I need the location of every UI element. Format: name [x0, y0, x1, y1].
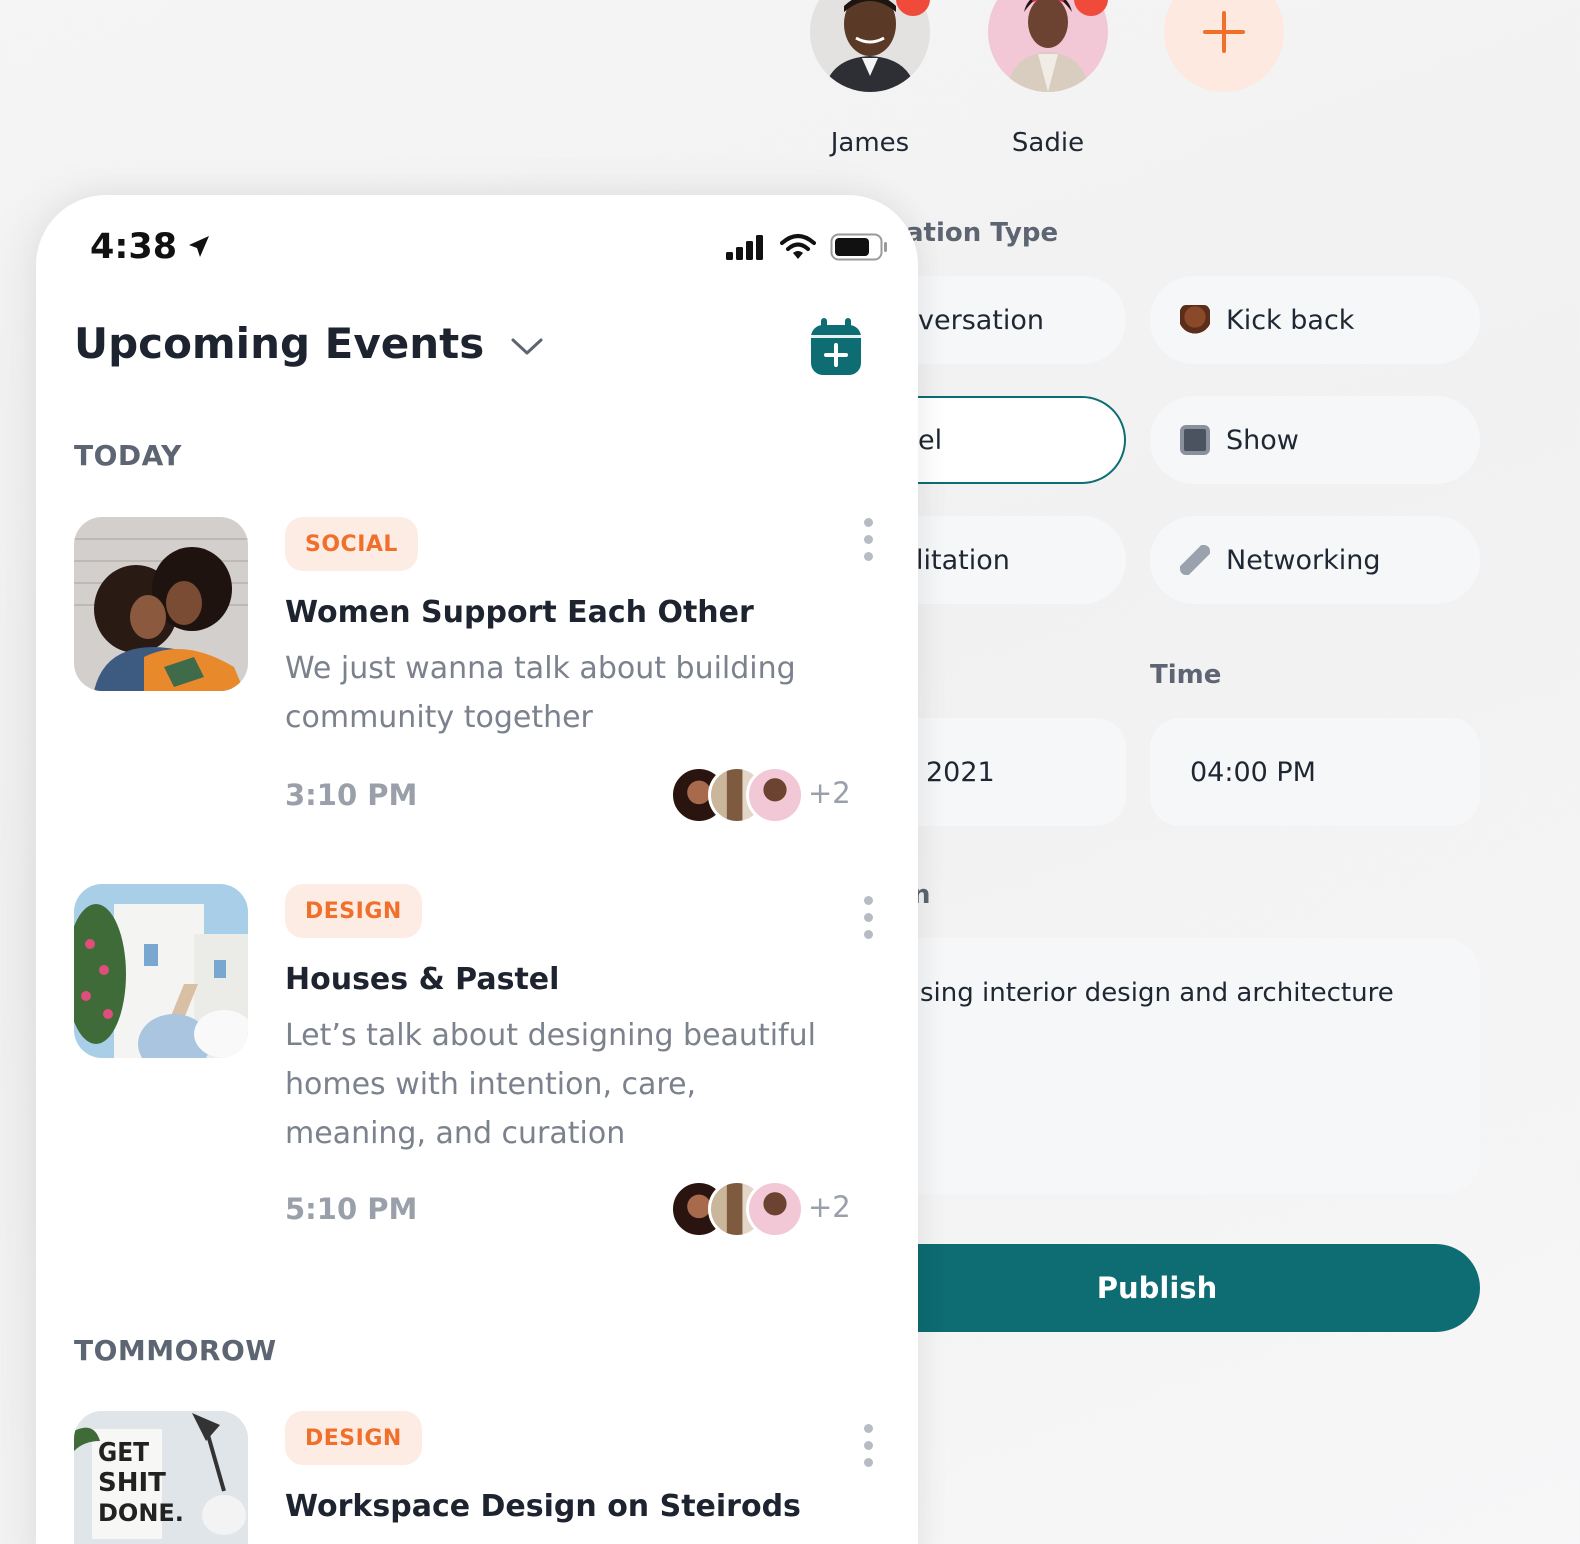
date-value: 2021	[926, 756, 995, 788]
tv-emoji-icon	[1180, 425, 1210, 455]
event-category-tag: SOCIAL	[285, 517, 418, 571]
avatar-label-sadie: Sadie	[1011, 128, 1085, 158]
status-time-text: 4:38	[90, 227, 178, 267]
attendee-avatars[interactable]: +2	[670, 766, 870, 824]
header: Upcoming Events	[74, 319, 544, 368]
chip-label: Kick back	[1226, 304, 1355, 336]
event-time: 5:10 PM	[285, 1192, 418, 1226]
attendee-extra-count: +2	[808, 776, 851, 810]
chip-label: Networking	[1226, 544, 1381, 576]
more-options-icon[interactable]	[863, 1424, 873, 1467]
event-description: Let’s talk about designing beautiful hom…	[285, 1018, 816, 1151]
event-thumbnail[interactable]	[74, 517, 248, 691]
more-options-icon[interactable]	[863, 518, 873, 561]
location-arrow-icon	[189, 236, 210, 257]
time-value: 04:00 PM	[1190, 756, 1316, 788]
section-label-tomorrow: TOMMOROW	[74, 1334, 277, 1367]
time-label: Time	[1150, 660, 1222, 690]
kick-back-emoji-icon	[1180, 305, 1210, 335]
thumb-poster-text: DONE.	[98, 1499, 184, 1527]
status-bar-time: 4:38	[90, 227, 213, 267]
page-title: Upcoming Events	[74, 319, 485, 368]
event-thumbnail[interactable]	[74, 884, 248, 1058]
cellular-signal-icon	[726, 235, 763, 260]
upcoming-events-screen: 4:38 Upcoming Events TODAY SOCIAL Women …	[36, 195, 918, 1544]
battery-icon	[830, 233, 887, 261]
event-category-tag: DESIGN	[285, 884, 422, 938]
satellite-emoji-icon	[1180, 545, 1210, 575]
more-options-icon[interactable]	[863, 896, 873, 939]
wifi-icon	[780, 234, 816, 259]
event-title[interactable]: Women Support Each Other	[285, 595, 754, 630]
chip-label: litation	[916, 544, 1010, 576]
chip-label: el	[918, 424, 943, 456]
event-time: 3:10 PM	[285, 778, 418, 812]
status-bar-icons	[726, 233, 888, 261]
conversation-type-label: ation Type	[906, 218, 1059, 248]
type-chip-kick-back[interactable]: Kick back	[1150, 276, 1480, 364]
chip-label: Show	[1226, 424, 1299, 456]
attendee-extra-count: +2	[808, 1190, 851, 1224]
event-title[interactable]: Houses & Pastel	[285, 962, 559, 997]
thumb-poster-text: SHIT	[98, 1468, 166, 1498]
event-description: We just wanna talk about building commun…	[285, 651, 796, 735]
event-thumbnail[interactable]: GET SHIT DONE.	[74, 1411, 248, 1544]
thumb-poster-text: GET	[98, 1438, 149, 1468]
type-chip-networking[interactable]: Networking	[1150, 516, 1480, 604]
type-chip-show[interactable]: Show	[1150, 396, 1480, 484]
chevron-down-icon[interactable]	[510, 337, 544, 357]
event-category-tag: DESIGN	[285, 1411, 422, 1465]
publish-button[interactable]: Publish	[820, 1244, 1480, 1332]
avatar-label-james: James	[830, 128, 910, 158]
add-invitee-button[interactable]	[1164, 0, 1284, 92]
add-event-calendar-icon[interactable]	[809, 317, 863, 377]
section-label-today: TODAY	[74, 439, 182, 472]
event-title[interactable]: Workspace Design on Steirods	[285, 1489, 801, 1524]
description-value: sing interior design and architecture	[920, 978, 1394, 1008]
description-textarea[interactable]: sing interior design and architecture	[820, 938, 1480, 1194]
attendee-avatars[interactable]: +2	[670, 1180, 870, 1238]
time-field[interactable]: 04:00 PM	[1150, 718, 1480, 826]
plus-icon	[1203, 11, 1245, 53]
attendee-avatar	[746, 766, 804, 824]
chip-label: versation	[918, 304, 1045, 336]
attendee-avatar	[746, 1180, 804, 1238]
